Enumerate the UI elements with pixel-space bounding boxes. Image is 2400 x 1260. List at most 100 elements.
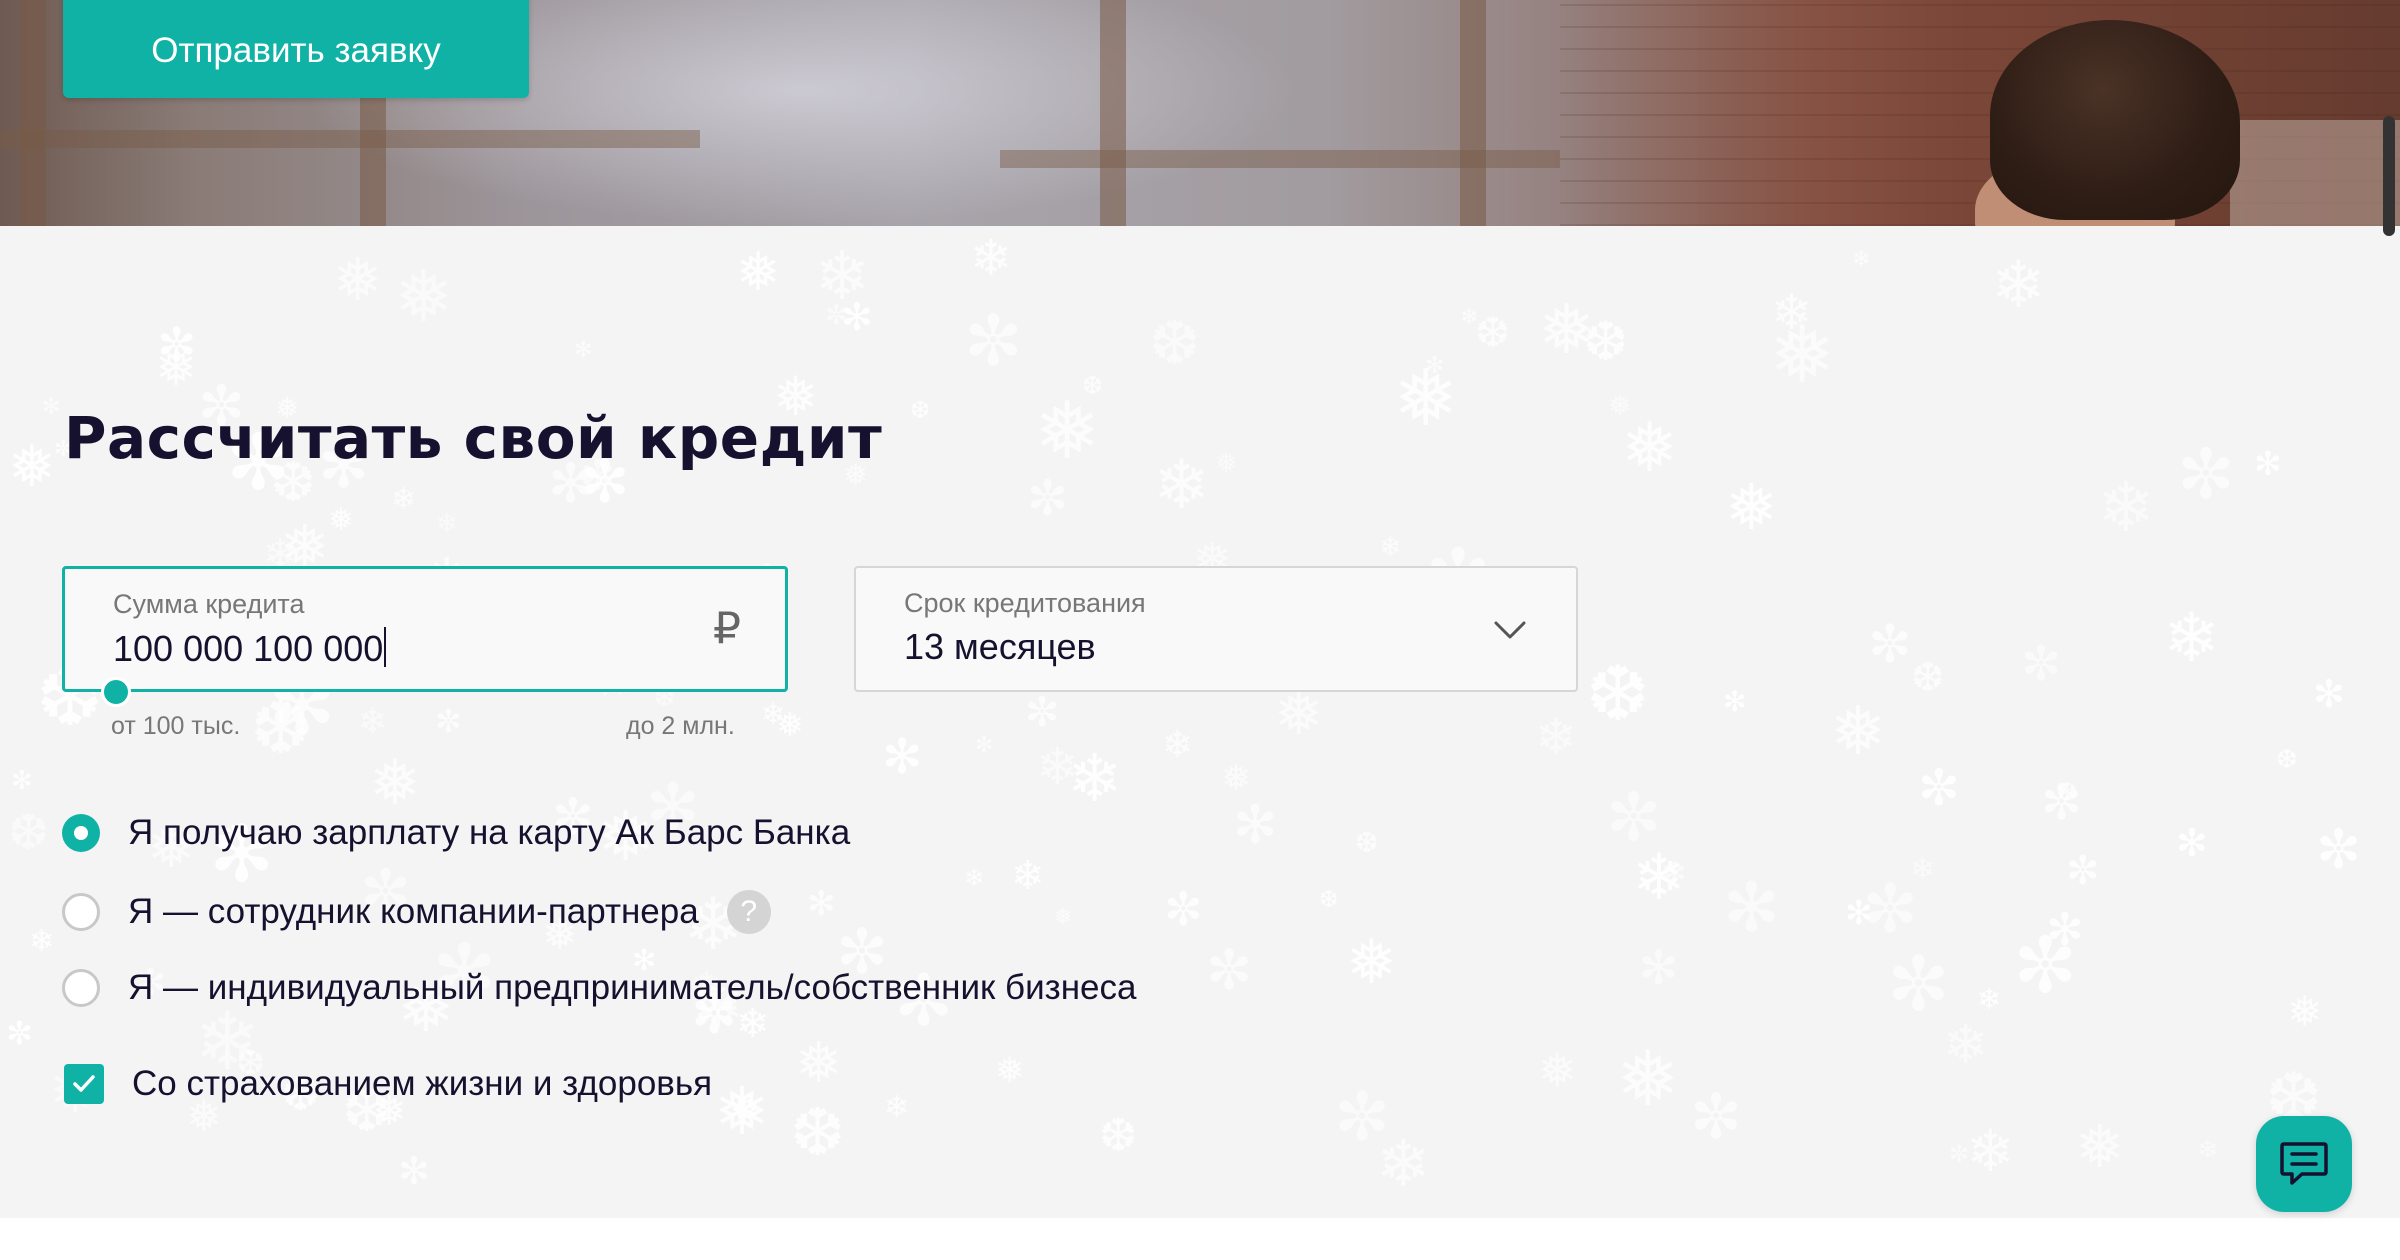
radio-button[interactable] [62, 969, 100, 1007]
snowflake-decoration: ✻ [2176, 821, 2208, 865]
option-label: Я получаю зарплату на карту Ак Барс Банк… [128, 813, 851, 852]
snowflake-decoration: ✻ [807, 884, 836, 924]
snowflake-decoration: ❅ [995, 1051, 1025, 1091]
snowflake-decoration: ❄ [2097, 468, 2155, 548]
credit-amount-slider-thumb[interactable] [101, 677, 131, 707]
snowflake-decoration: ❄ [884, 1090, 910, 1125]
snowflake-decoration: ✼ [1887, 940, 1950, 1028]
snowflake-decoration: ✼ [1868, 615, 1912, 675]
snowflake-decoration: ❅ [776, 705, 804, 744]
option-entrepreneur[interactable]: Я — индивидуальный предприниматель/собст… [62, 968, 1136, 1008]
snowflake-decoration: ✻ [1723, 685, 1747, 718]
snowflake-decoration: ✼ [1025, 688, 1060, 736]
snowflake-decoration: ✼ [2041, 774, 2083, 831]
snowflake-decoration: ❆ [1475, 308, 1511, 357]
checkmark-icon [73, 1075, 95, 1092]
hero-shelf [2230, 120, 2400, 226]
snowflake-decoration: ❅ [795, 1031, 842, 1096]
snowflake-decoration: ✼ [2316, 818, 2362, 881]
snowflake-decoration: ❄ [1632, 841, 1686, 915]
snowflake-decoration: ✻ [2254, 444, 2282, 483]
credit-term-label: Срок кредитования [904, 588, 1146, 618]
snowflake-decoration: ❄ [1966, 1117, 2015, 1185]
snowflake-decoration: ❆ [1583, 310, 1629, 373]
radio-button[interactable] [62, 814, 100, 852]
snowflake-decoration: ❄ [1535, 708, 1577, 766]
hero-window-frame [20, 0, 46, 226]
snowflake-decoration: ❄ [1460, 305, 1479, 330]
snowflake-decoration: ❆ [2056, 778, 2078, 808]
insurance-checkbox[interactable] [64, 1064, 104, 1104]
option-salary-card[interactable]: Я получаю зарплату на карту Ак Барс Банк… [62, 813, 850, 853]
snowflake-decoration: ❅ [1274, 679, 1324, 748]
snowflake-decoration: ✼ [825, 300, 848, 331]
snowflake-decoration: ❄ [358, 702, 388, 742]
insurance-checkbox-row[interactable]: Со страхованием жизни и здоровья [64, 1064, 712, 1104]
snowflake-decoration: ✼ [1027, 470, 1069, 527]
snowflake-decoration: ❄ [1067, 740, 1123, 817]
snowflake-decoration: ❅ [155, 339, 197, 397]
snowflake-decoration: ✼ [2177, 435, 2235, 515]
credit-term-value: 13 месяцев [904, 626, 1096, 667]
snowflake-decoration: ❅ [1215, 448, 1238, 479]
radio-button[interactable] [62, 893, 100, 931]
snowflake-decoration: ✻ [1639, 941, 1679, 996]
snowflake-decoration: ❆ [1355, 826, 1379, 859]
snowflake-decoration: ❄ [1977, 982, 2002, 1016]
snowflake-decoration: ✼ [975, 733, 994, 758]
snowflake-decoration: ❅ [1769, 309, 1836, 401]
snowflake-decoration: ✻ [841, 295, 873, 339]
ruble-icon: ₽ [713, 604, 741, 653]
credit-amount-field[interactable]: Сумма кредита 100 000 100 000 ₽ [62, 566, 788, 692]
snowflake-decoration: ✼ [1334, 1078, 1391, 1156]
snowflake-decoration: ❆ [1082, 371, 1103, 400]
snowflake-decoration: ❅ [1538, 1043, 1577, 1097]
snowflake-decoration: ✻ [1845, 893, 1873, 932]
hero-person-hair [1990, 20, 2240, 220]
snowflake-decoration: ❆ [1099, 1108, 1138, 1162]
hero-window-frame [1100, 0, 1126, 226]
credit-amount-input[interactable]: 100 000 100 000 [113, 627, 387, 670]
snowflake-decoration: ❆ [250, 686, 312, 771]
snowflake-decoration: ❄ [391, 482, 417, 517]
snowflake-decoration: ❅ [1346, 927, 1398, 998]
submit-application-button[interactable]: Отправить заявку [63, 0, 529, 98]
snowflake-decoration: ✼ [1949, 1140, 1970, 1168]
snowflake-decoration: ❅ [2075, 1112, 2125, 1181]
snowflake-decoration: ❆ [1911, 655, 1945, 701]
snowflake-decoration: ❄ [1771, 284, 1813, 341]
snowflake-decoration: ✻ [2313, 672, 2345, 716]
snowflake-decoration: ❄ [1991, 248, 2046, 323]
snowflake-decoration: ❅ [1621, 409, 1678, 488]
snowflake-decoration: ❆ [1586, 649, 1650, 738]
credit-amount-label: Сумма кредита [113, 589, 305, 619]
snowflake-decoration: ❆ [1319, 887, 1339, 913]
option-partner-employee[interactable]: Я — сотрудник компании-партнера ? [62, 890, 771, 934]
snowflake-decoration: ✻ [1425, 353, 1445, 379]
credit-term-select[interactable]: Срок кредитования 13 месяцев [854, 566, 1578, 692]
snowflake-decoration: ❄ [761, 697, 786, 731]
hero-banner: Отправить заявку [0, 0, 2400, 226]
page-scrollbar-thumb[interactable] [2383, 116, 2395, 236]
snowflake-decoration: ✼ [1206, 938, 1253, 1002]
question-icon[interactable]: ? [726, 890, 771, 934]
snowflake-decoration: ✼ [6, 1014, 33, 1052]
snowflake-decoration: ✻ [882, 729, 923, 785]
snowflake-decoration: ✻ [42, 395, 61, 420]
snowflake-decoration: ✻ [398, 1149, 430, 1193]
snowflake-decoration: ✼ [964, 300, 1023, 382]
snowflake-decoration: ❆ [8, 804, 50, 861]
snowflake-decoration: ❅ [729, 1090, 760, 1131]
chat-button[interactable] [2256, 1116, 2352, 1212]
snowflake-decoration: ❅ [394, 255, 454, 338]
chat-icon [2280, 1142, 2328, 1185]
snowflake-decoration: ✼ [2066, 848, 2100, 894]
snowflake-decoration: ❄ [1910, 852, 1936, 887]
snowflake-decoration: ❄ [1943, 1013, 1989, 1076]
slider-max-label: до 2 млн. [626, 712, 735, 740]
snowflake-decoration: ✼ [1918, 759, 1960, 817]
snowflake-decoration: ❄ [1153, 446, 1210, 525]
snowflake-decoration: ❄ [1036, 738, 1079, 797]
snowflake-decoration: ✻ [1233, 795, 1278, 856]
snowflake-decoration: ❄ [814, 237, 871, 315]
